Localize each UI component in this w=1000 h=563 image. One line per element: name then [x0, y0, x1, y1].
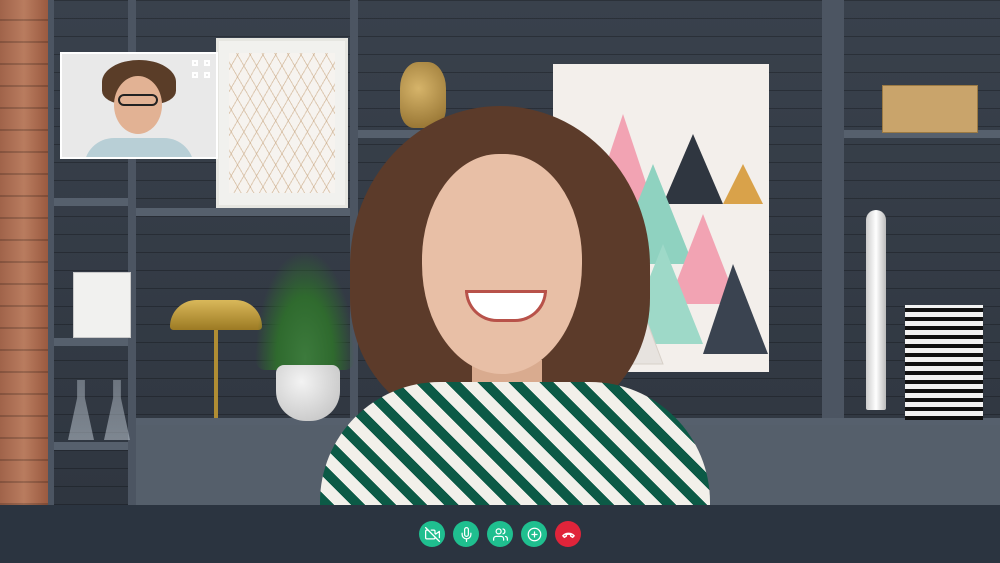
participants-button[interactable]: [487, 521, 513, 547]
shelf-post: [48, 0, 54, 505]
microphone-icon: [461, 526, 471, 542]
self-view-video[interactable]: [60, 52, 218, 159]
shelf-post: [822, 0, 844, 425]
cabinet: [136, 425, 318, 505]
shelf: [54, 198, 128, 206]
call-control-bar: [0, 505, 1000, 563]
self-view-shirt: [84, 138, 194, 157]
users-icon: [492, 527, 508, 541]
add-participant-button[interactable]: [521, 521, 547, 547]
striped-box: [905, 305, 983, 420]
brass-lamp: [170, 300, 262, 330]
phone-hangup-icon: [561, 532, 575, 538]
end-call-button[interactable]: [555, 521, 581, 547]
glasses: [118, 94, 158, 106]
lamp-stand: [214, 330, 218, 418]
video-off-icon: [424, 526, 440, 542]
shelf: [136, 208, 350, 216]
shelf: [54, 338, 128, 346]
camera-toggle-button[interactable]: [419, 521, 445, 547]
participant-blouse: [320, 382, 710, 505]
wooden-box: [882, 85, 978, 133]
plus-circle-icon: [527, 527, 541, 541]
expand-icon[interactable]: [192, 60, 210, 78]
rocket-model: [866, 210, 886, 410]
cabinet: [842, 425, 1000, 505]
brick-wall: [0, 0, 48, 505]
shelf: [54, 442, 128, 450]
book: [73, 272, 131, 338]
participant-face: [422, 154, 582, 374]
microphone-button[interactable]: [453, 521, 479, 547]
remote-participant: [320, 100, 710, 505]
